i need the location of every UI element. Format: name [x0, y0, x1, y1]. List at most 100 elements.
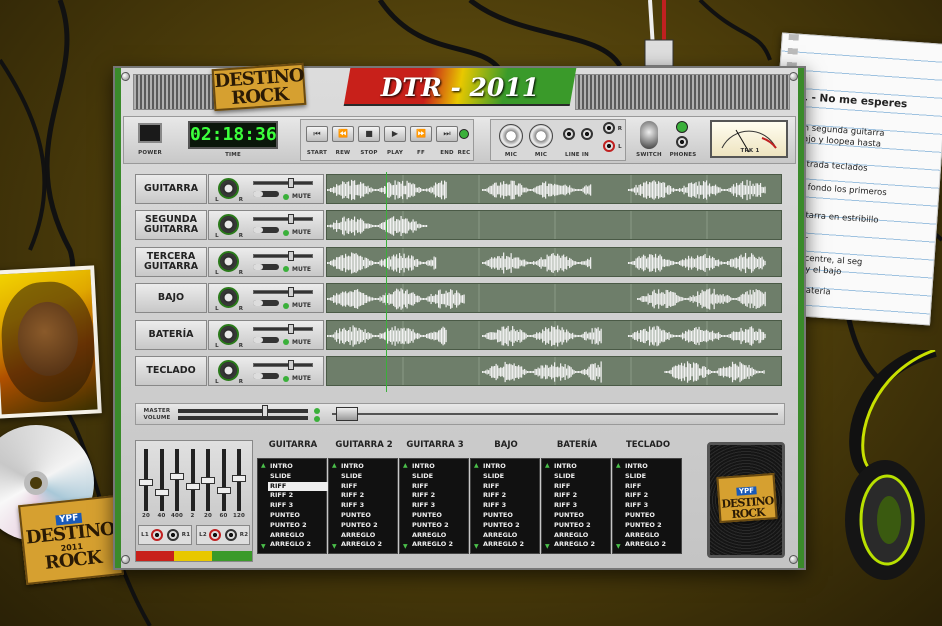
loop-item[interactable]: INTRO	[625, 462, 681, 472]
ff-button[interactable]: ⏩	[410, 126, 432, 142]
loop-item[interactable]: RIFF	[554, 482, 610, 492]
loop-item[interactable]: PUNTEO 2	[270, 521, 326, 531]
mute-toggle[interactable]: MUTE	[283, 339, 311, 346]
mute-toggle[interactable]: MUTE	[283, 193, 311, 200]
track-lane[interactable]	[326, 174, 782, 204]
loop-item[interactable]: ARREGLO 2	[483, 540, 539, 550]
loop-item[interactable]: RIFF	[412, 482, 468, 492]
mic-input-1[interactable]	[499, 124, 523, 148]
loop-item[interactable]: RIFF	[625, 482, 681, 492]
loop-item[interactable]: RIFF 2	[412, 491, 468, 501]
loop-item[interactable]: RIFF	[341, 482, 397, 492]
loop-item[interactable]: PUNTEO	[483, 511, 539, 521]
master-volume-slider[interactable]	[178, 405, 308, 417]
solo-toggle[interactable]	[253, 263, 279, 270]
loop-item[interactable]: RIFF 2	[625, 491, 681, 501]
solo-toggle[interactable]	[253, 336, 279, 343]
loop-item[interactable]: INTRO	[483, 462, 539, 472]
volume-slider[interactable]	[253, 287, 313, 298]
timeline-scrubber[interactable]	[332, 413, 778, 415]
eq-band-slider[interactable]	[154, 449, 169, 511]
track-lane[interactable]	[326, 210, 782, 241]
loop-item[interactable]: ARREGLO 2	[412, 540, 468, 550]
loop-item[interactable]: RIFF	[483, 482, 539, 492]
track-lane[interactable]	[326, 283, 782, 314]
jack-r1[interactable]	[603, 122, 615, 134]
switch-toggle[interactable]	[640, 121, 658, 149]
loop-item[interactable]: RIFF 3	[270, 501, 326, 511]
rew-button[interactable]: ⏪	[332, 126, 354, 142]
loop-item[interactable]: RIFF 3	[554, 501, 610, 511]
eq-band-slider[interactable]	[201, 449, 215, 511]
pan-knob[interactable]	[218, 214, 239, 236]
line-in-jack-2[interactable]	[581, 128, 593, 140]
loop-item[interactable]: SLIDE	[483, 472, 539, 482]
start-button[interactable]: ⏮	[306, 126, 328, 142]
mute-toggle[interactable]: MUTE	[283, 375, 311, 382]
phones-jack[interactable]	[676, 136, 688, 148]
volume-slider[interactable]	[253, 323, 313, 334]
loop-item[interactable]: PUNTEO	[412, 511, 468, 521]
loop-item[interactable]: SLIDE	[412, 472, 468, 482]
pan-knob[interactable]	[218, 360, 239, 381]
loop-item[interactable]: RIFF 3	[625, 501, 681, 511]
eq-band-slider[interactable]	[232, 449, 246, 511]
loop-item[interactable]: ARREGLO	[554, 531, 610, 541]
volume-slider[interactable]	[253, 360, 313, 370]
loop-item[interactable]: ARREGLO 2	[341, 540, 397, 550]
loop-item[interactable]: RIFF 2	[341, 491, 397, 501]
eq-band-slider[interactable]	[185, 449, 200, 511]
loop-item[interactable]: INTRO	[412, 462, 468, 472]
loop-item[interactable]: SLIDE	[554, 472, 610, 482]
loop-item[interactable]: SLIDE	[270, 472, 326, 482]
loop-item[interactable]: PUNTEO	[270, 511, 326, 521]
loop-item[interactable]: ARREGLO	[625, 531, 681, 541]
end-button[interactable]: ⏭	[436, 126, 458, 142]
solo-toggle[interactable]	[253, 300, 279, 307]
loop-item[interactable]: PUNTEO 2	[554, 521, 610, 531]
loop-item[interactable]: PUNTEO 2	[483, 521, 539, 531]
volume-slider[interactable]	[253, 214, 313, 225]
track-lane[interactable]	[326, 319, 782, 350]
loop-item[interactable]: SLIDE	[341, 472, 397, 482]
pan-knob[interactable]	[218, 178, 239, 199]
volume-slider[interactable]	[253, 178, 313, 188]
loop-item[interactable]: ARREGLO	[483, 531, 539, 541]
power-switch[interactable]	[138, 123, 162, 143]
solo-toggle[interactable]	[253, 227, 279, 234]
play-button[interactable]: ▶	[384, 126, 406, 142]
loop-item[interactable]: RIFF 2	[270, 491, 326, 501]
eq-band-slider[interactable]	[216, 449, 231, 511]
loop-item[interactable]: RIFF 2	[483, 491, 539, 501]
mute-toggle[interactable]: MUTE	[283, 229, 311, 236]
loop-item[interactable]: ARREGLO 2	[554, 540, 610, 550]
loop-item[interactable]: ARREGLO	[270, 531, 326, 541]
track-lane[interactable]	[326, 246, 782, 277]
loop-item[interactable]: PUNTEO 2	[625, 521, 681, 531]
loop-item[interactable]: ARREGLO	[412, 531, 468, 541]
loop-item[interactable]: RIFF 2	[554, 491, 610, 501]
loop-item[interactable]: ARREGLO 2	[625, 540, 681, 550]
solo-toggle[interactable]	[253, 373, 279, 379]
loop-item[interactable]: PUNTEO 2	[341, 521, 397, 531]
timeline-handle[interactable]	[336, 407, 358, 421]
rec-button[interactable]	[459, 129, 469, 139]
loop-item[interactable]: RIFF 3	[483, 501, 539, 511]
loop-item[interactable]: SLIDE	[625, 472, 681, 482]
loop-item[interactable]: PUNTEO	[625, 511, 681, 521]
loop-item[interactable]: ARREGLO 2	[270, 540, 326, 550]
line-in-jack-1[interactable]	[563, 128, 575, 140]
track-lane[interactable]	[326, 356, 782, 386]
loop-item[interactable]: PUNTEO 2	[412, 521, 468, 531]
mute-toggle[interactable]: MUTE	[283, 266, 311, 273]
loop-item[interactable]: RIFF 3	[412, 501, 468, 511]
eq-band-slider[interactable]	[139, 449, 153, 511]
loop-item[interactable]: INTRO	[270, 462, 326, 472]
solo-toggle[interactable]	[253, 191, 279, 197]
loop-item[interactable]: INTRO	[341, 462, 397, 472]
pan-knob[interactable]	[218, 250, 239, 272]
loop-item[interactable]: PUNTEO	[554, 511, 610, 521]
loop-item[interactable]: INTRO	[554, 462, 610, 472]
eq-band-slider[interactable]	[170, 449, 184, 511]
playhead[interactable]	[386, 172, 387, 392]
